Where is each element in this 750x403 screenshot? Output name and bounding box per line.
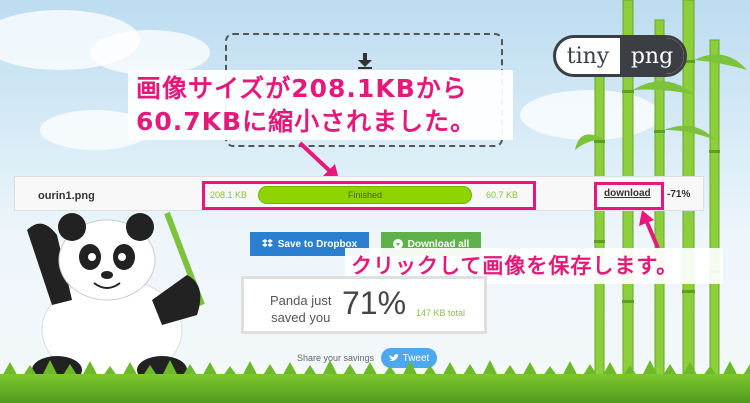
size-reduction-callout: 画像サイズが208.1KBから 60.7KBに縮小されました。 xyxy=(128,70,513,140)
savings-panel: Panda just saved you 71% 147 KB total xyxy=(241,276,487,334)
file-name: ourin1.png xyxy=(38,190,95,202)
pointer-arrow-icon xyxy=(639,210,660,249)
callout-line-1: 画像サイズが208.1KBから xyxy=(136,74,468,103)
savings-caption-line-1: Panda just xyxy=(270,293,332,308)
savings-caption-line-2: saved you xyxy=(271,310,331,325)
grass-ground xyxy=(0,374,750,403)
size-highlight-box xyxy=(202,181,536,210)
download-arrow-icon xyxy=(358,53,372,69)
callout-line-2: 60.7KBに縮小されました。 xyxy=(136,107,477,136)
savings-total: 147 KB total xyxy=(416,308,466,318)
savings-percent: 71% xyxy=(342,285,407,321)
panda-mascot xyxy=(27,211,205,384)
reduction-percent: -71% xyxy=(667,189,691,200)
cloud xyxy=(90,30,210,75)
dropbox-icon xyxy=(261,239,273,247)
download-highlight-box xyxy=(594,182,664,210)
savings-caption: Panda just saved you xyxy=(270,292,331,326)
tinypng-logo[interactable]: tiny png xyxy=(553,35,687,77)
logo-text-tiny: tiny xyxy=(566,43,610,69)
logo-text-png: png xyxy=(620,38,684,74)
